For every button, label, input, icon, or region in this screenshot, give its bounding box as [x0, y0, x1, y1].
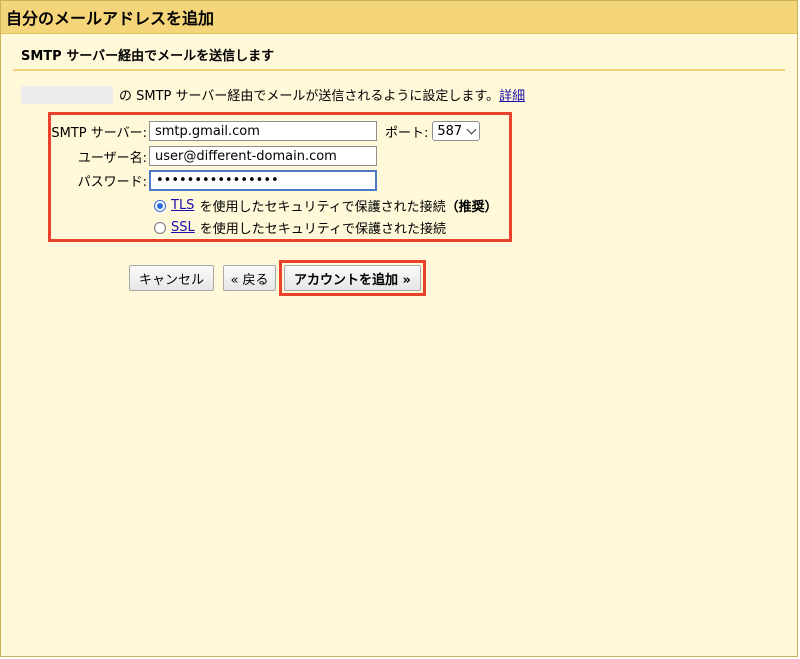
smtp-server-input[interactable]: smtp.gmail.com: [149, 121, 377, 141]
smtp-server-row: SMTP サーバー: smtp.gmail.com ポート: 587: [51, 121, 481, 141]
tls-option: TLS を使用したセキュリティで保護された接続 （推奨）: [154, 196, 498, 215]
details-link[interactable]: 詳細: [499, 85, 525, 104]
username-row: ユーザー名: user@different-domain.com: [51, 146, 377, 166]
back-button[interactable]: « 戻る: [223, 265, 276, 291]
password-row: パスワード: ••••••••••••••••: [51, 170, 377, 191]
add-account-button[interactable]: アカウントを追加 »: [284, 265, 421, 291]
smtp-description: の SMTP サーバー経由でメールが送信されるように設定します。 詳細: [21, 85, 525, 104]
port-value: 587: [437, 123, 463, 139]
add-email-dialog: 自分のメールアドレスを追加 SMTP サーバー経由でメールを送信します の SM…: [0, 0, 798, 657]
dialog-title: 自分のメールアドレスを追加: [1, 1, 797, 34]
ssl-link[interactable]: SSL: [171, 220, 195, 235]
redacted-email: [21, 85, 113, 104]
section-heading: SMTP サーバー経由でメールを送信します: [21, 49, 275, 64]
port-label: ポート:: [385, 125, 429, 141]
tls-recommended: （推奨）: [445, 200, 498, 215]
description-text: の SMTP サーバー経由でメールが送信されるように設定します。: [119, 89, 500, 104]
tls-link[interactable]: TLS: [171, 198, 194, 213]
tls-text: を使用したセキュリティで保護された接続: [199, 200, 446, 215]
ssl-text: を使用したセキュリティで保護された接続: [199, 222, 446, 237]
cancel-button[interactable]: キャンセル: [129, 265, 214, 291]
ssl-option: SSL を使用したセキュリティで保護された接続: [154, 218, 446, 237]
password-input[interactable]: ••••••••••••••••: [149, 170, 377, 191]
username-label: ユーザー名:: [77, 150, 147, 166]
smtp-server-label: SMTP サーバー:: [51, 125, 147, 141]
port-select[interactable]: 587: [432, 121, 481, 141]
chevron-down-icon: [466, 124, 477, 134]
tls-radio[interactable]: [154, 199, 166, 212]
username-input[interactable]: user@different-domain.com: [149, 146, 377, 166]
ssl-radio[interactable]: [154, 221, 166, 234]
password-label: パスワード:: [77, 175, 147, 190]
section-divider: [13, 69, 785, 71]
